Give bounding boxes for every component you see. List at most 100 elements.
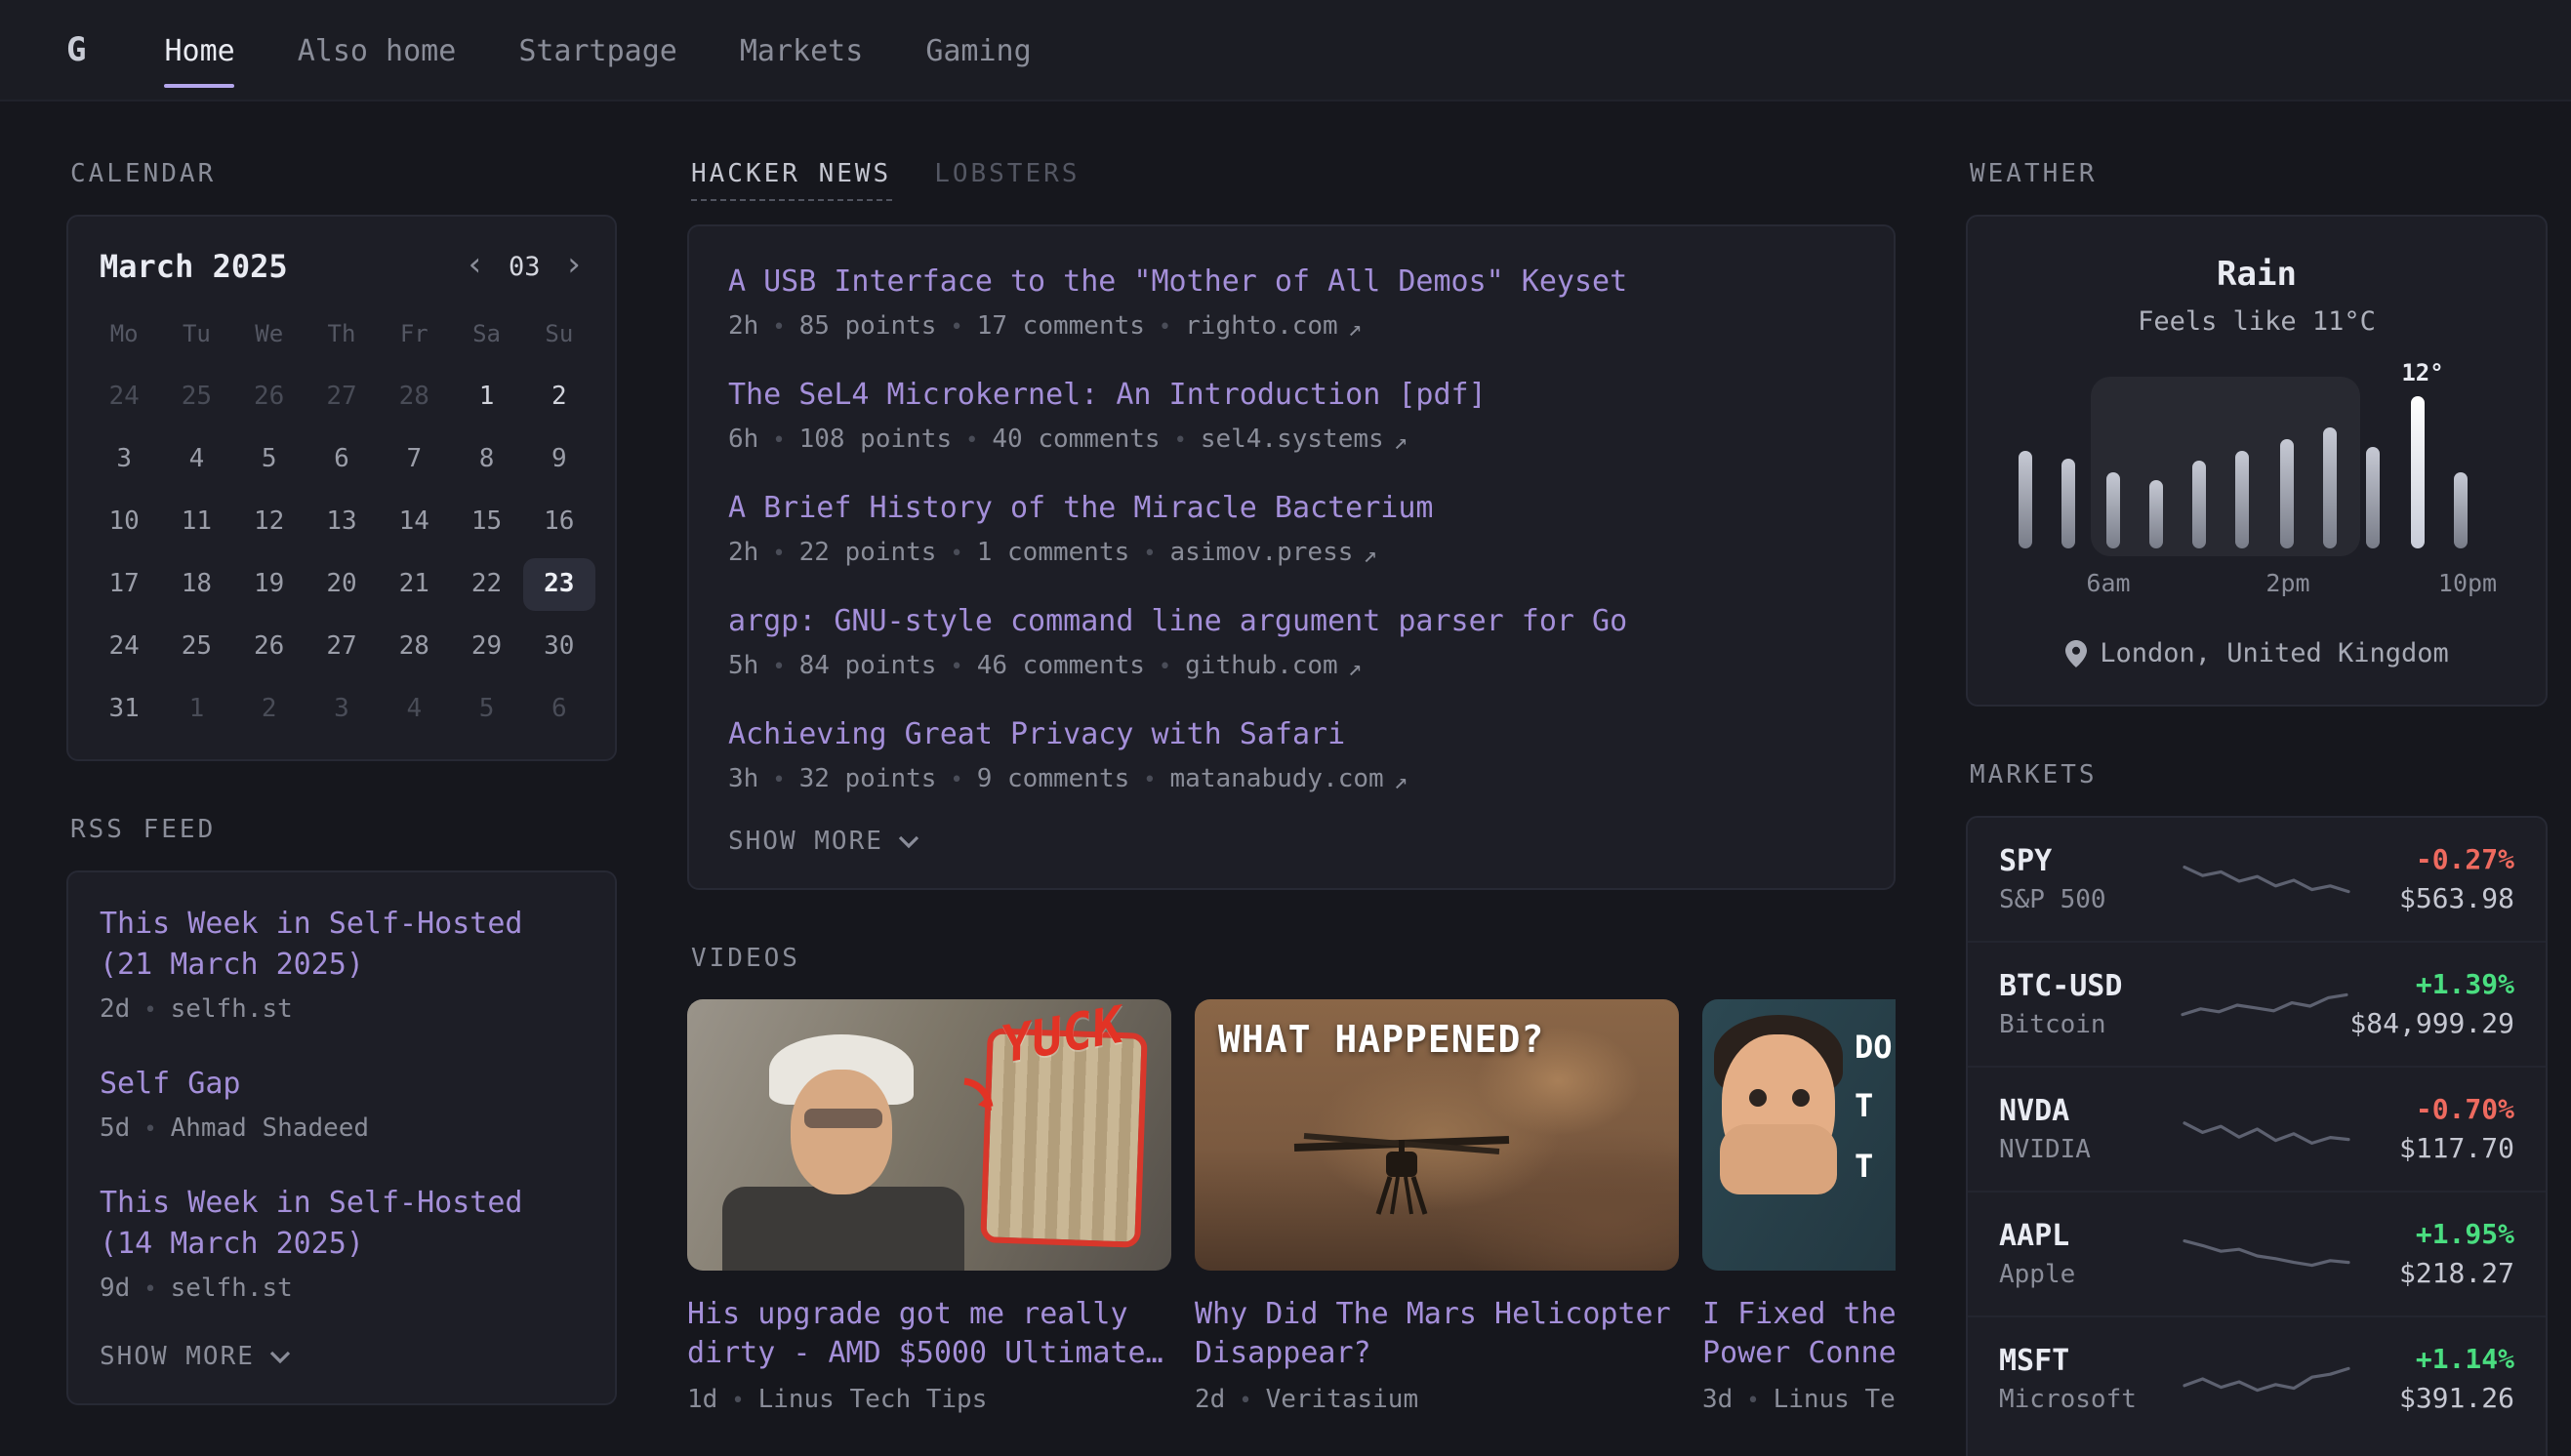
weather-peak-temp: 12°	[2401, 359, 2443, 386]
tab-markets[interactable]: Markets	[740, 0, 863, 100]
market-id: AAPLApple	[1999, 1218, 2181, 1290]
thumbnail-overlay-text: DOTT	[1855, 1019, 1893, 1196]
overlay-letter: T	[1855, 1078, 1893, 1138]
meta-text: selfh.st	[171, 1274, 293, 1304]
external-link-icon: ↗	[1394, 426, 1408, 454]
market-row-btc-usd[interactable]: BTC-USDBitcoin+1.39%$84,999.29	[1968, 941, 2546, 1066]
market-row-nvda[interactable]: NVDANVIDIA-0.70%$117.70	[1968, 1066, 2546, 1191]
weather-section-title: WEATHER	[1970, 160, 2548, 189]
source-domain[interactable]: matanabudy.com	[1170, 765, 1384, 794]
market-row-aapl[interactable]: AAPLApple+1.95%$218.27	[1968, 1191, 2546, 1315]
calendar-day: 29	[450, 621, 522, 673]
tab-also-home[interactable]: Also home	[298, 0, 457, 100]
video-title[interactable]: I Fixed the 5Power Connect	[1702, 1294, 1896, 1373]
market-change: -0.70%	[2352, 1094, 2514, 1125]
market-name: Microsoft	[1999, 1386, 2181, 1415]
separator-dot: •	[1159, 654, 1171, 679]
separator-dot: •	[1143, 767, 1156, 792]
calendar-day: 5	[450, 683, 522, 736]
separator-dot: •	[965, 427, 978, 453]
meta-text: 85 points	[799, 312, 937, 342]
external-link-icon: ↗	[1394, 766, 1408, 793]
calendar-next-icon[interactable]: ›	[564, 250, 585, 283]
video-thumbnail[interactable]: WHAT HAPPENED?	[1195, 999, 1679, 1271]
rss-item-title[interactable]: Self Gap	[100, 1064, 584, 1105]
tab-startpage[interactable]: Startpage	[518, 0, 677, 100]
video-title[interactable]: Why Did The Mars HelicopterDisappear?	[1195, 1294, 1679, 1373]
source-domain[interactable]: asimov.press	[1170, 539, 1354, 568]
market-values: +1.39%$84,999.29	[2349, 969, 2514, 1039]
show-more-label: SHOW MORE	[728, 828, 883, 857]
meta-text: 108 points	[799, 425, 953, 455]
weather-bar-current	[2410, 396, 2424, 548]
calendar-day: 24	[88, 621, 160, 673]
calendar-month-badge: 03	[509, 251, 541, 282]
calendar-day: 30	[523, 621, 595, 673]
tab-gaming[interactable]: Gaming	[925, 0, 1031, 100]
rss-item-title[interactable]: This Week in Self-Hosted (21 March 2025)	[100, 904, 584, 986]
news-item-title[interactable]: argp: GNU-style command line argument pa…	[728, 601, 1855, 642]
tab-home[interactable]: Home	[165, 0, 235, 100]
calendar-day: 26	[233, 621, 306, 673]
item-meta: 6h•108 points•40 comments•sel4.systems↗	[728, 425, 1855, 455]
item-meta: 2h•22 points•1 comments•asimov.press↗	[728, 539, 1855, 568]
external-link-icon: ↗	[1348, 653, 1362, 680]
list-item: A USB Interface to the "Mother of All De…	[728, 262, 1855, 342]
source-domain[interactable]: righto.com	[1185, 312, 1338, 342]
calendar-day: 4	[160, 433, 232, 486]
videos-section-title: VIDEOS	[691, 945, 1896, 974]
calendar-day: 10	[88, 496, 160, 548]
calendar-grid: MoTuWeThFrSaSu24252627281234567891011121…	[68, 301, 615, 759]
item-meta: 2h•85 points•17 comments•righto.com↗	[728, 312, 1855, 342]
source-domain[interactable]: github.com	[1185, 652, 1338, 681]
calendar-day: 7	[378, 433, 450, 486]
weather-location: London, United Kingdom	[2100, 638, 2449, 669]
calendar-section-title: CALENDAR	[70, 160, 617, 189]
market-row-spy[interactable]: SPYS&P 500-0.27%$563.98	[1968, 818, 2546, 941]
video-title[interactable]: His upgrade got me reallydirty - AMD $50…	[687, 1294, 1171, 1373]
video-thumbnail[interactable]: DOTT	[1702, 999, 1896, 1271]
calendar-month-title: March 2025	[100, 248, 288, 285]
meta-text: 9d	[100, 1274, 130, 1304]
calendar-prev-icon[interactable]: ‹	[465, 250, 485, 283]
rss-widget: This Week in Self-Hosted (21 March 2025)…	[66, 870, 617, 1405]
dashboard-grid: CALENDAR March 2025 ‹ 03 › MoTuWeThFrSaS…	[0, 101, 2571, 1456]
video-card[interactable]: DOTTI Fixed the 5Power Connect3d•Linus T…	[1702, 999, 1896, 1414]
news-item-title[interactable]: The SeL4 Microkernel: An Introduction [p…	[728, 375, 1855, 416]
market-name: S&P 500	[1999, 886, 2181, 915]
video-title-line: I Fixed the 5	[1702, 1294, 1896, 1334]
location-pin-icon	[2064, 640, 2086, 667]
calendar-day: 3	[306, 683, 378, 736]
market-sparkline	[2181, 1225, 2352, 1283]
app-logo[interactable]: G	[66, 30, 87, 69]
news-tab-hacker-news[interactable]: HACKER NEWS	[691, 160, 891, 201]
meta-text: Linus Tec	[1774, 1385, 1896, 1414]
meta-text: 3h	[728, 765, 758, 794]
item-meta: 3h•32 points•9 comments•matanabudy.com↗	[728, 765, 1855, 794]
list-item: Achieving Great Privacy with Safari3h•32…	[728, 714, 1855, 794]
rss-item-title[interactable]: This Week in Self-Hosted (14 March 2025)	[100, 1183, 584, 1265]
market-id: NVDANVIDIA	[1999, 1093, 2181, 1165]
market-row-msft[interactable]: MSFTMicrosoft+1.14%$391.26	[1968, 1315, 2546, 1440]
video-card[interactable]: WHAT HAPPENED? Why Did The Mars Helicopte…	[1195, 999, 1679, 1414]
news-item-title[interactable]: Achieving Great Privacy with Safari	[728, 714, 1855, 755]
news-item-title[interactable]: A USB Interface to the "Mother of All De…	[728, 262, 1855, 303]
news-show-more-button[interactable]: SHOW MORE	[728, 828, 920, 857]
separator-dot: •	[1159, 314, 1171, 340]
separator-dot: •	[950, 654, 962, 679]
meta-text: 17 comments	[977, 312, 1145, 342]
source-domain[interactable]: sel4.systems	[1201, 425, 1384, 455]
video-card[interactable]: YUCK His upgrade got me reallydirty - AMD…	[687, 999, 1171, 1414]
item-meta: 1d•Linus Tech Tips	[687, 1385, 1171, 1414]
rss-show-more-button[interactable]: SHOW MORE	[100, 1343, 292, 1372]
video-title-line: Disappear?	[1195, 1334, 1679, 1374]
weather-bars	[2019, 396, 2468, 548]
meta-text: selfh.st	[171, 995, 293, 1025]
news-tab-lobsters[interactable]: LOBSTERS	[934, 160, 1080, 201]
video-thumbnail[interactable]: YUCK	[687, 999, 1171, 1271]
video-title-line: Power Connect	[1702, 1334, 1896, 1374]
calendar-day: 27	[306, 371, 378, 424]
meta-text: 5d	[100, 1114, 130, 1144]
news-item-title[interactable]: A Brief History of the Miracle Bacterium	[728, 488, 1855, 529]
dashboard-page: G Home Also home Startpage Markets Gaming CA…	[0, 0, 2571, 1456]
